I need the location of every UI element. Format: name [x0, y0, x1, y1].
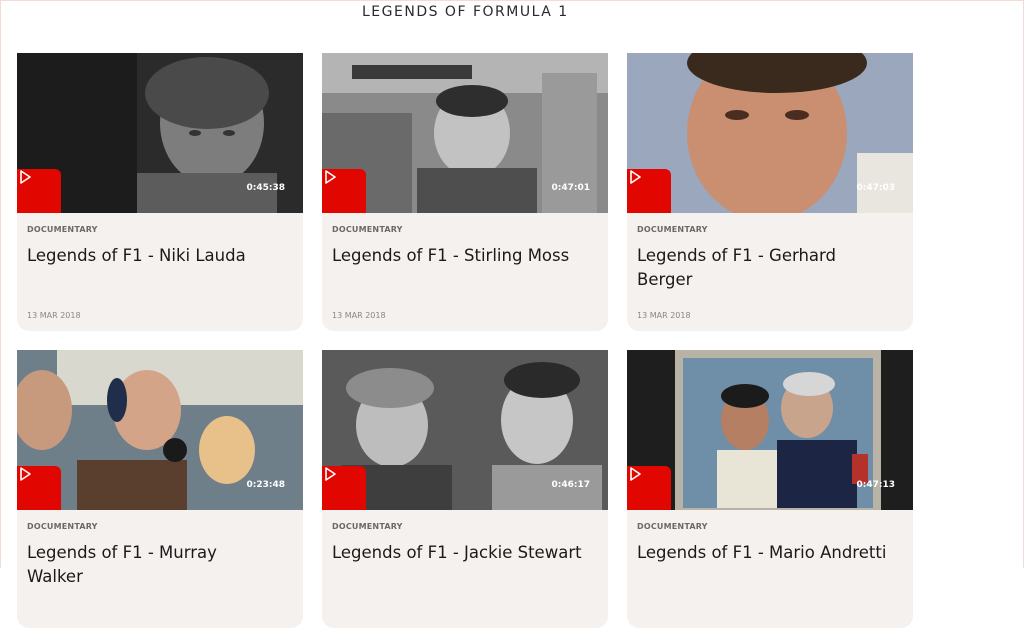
play-icon — [630, 170, 641, 184]
play-icon — [20, 467, 31, 481]
play-icon — [20, 170, 31, 184]
video-duration: 0:46:17 — [551, 480, 590, 490]
video-thumbnail[interactable]: 0:23:48 — [17, 350, 303, 510]
video-title[interactable]: Legends of F1 - Mario Andretti — [637, 541, 887, 565]
video-title[interactable]: Legends of F1 - Stirling Moss — [332, 244, 582, 268]
video-category: DOCUMENTARY — [27, 522, 98, 531]
video-title[interactable]: Legends of F1 - Jackie Stewart — [332, 541, 582, 565]
video-date: 13 MAR 2018 — [27, 311, 81, 320]
video-thumbnail[interactable]: 0:47:13 — [627, 350, 913, 510]
play-icon — [325, 170, 336, 184]
play-button[interactable] — [627, 466, 671, 510]
video-category: DOCUMENTARY — [332, 522, 403, 531]
video-card[interactable]: 0:46:17 DOCUMENTARY Legends of F1 - Jack… — [322, 350, 608, 628]
video-title[interactable]: Legends of F1 - Gerhard Berger — [637, 244, 887, 292]
play-button[interactable] — [322, 466, 366, 510]
play-icon — [630, 467, 641, 481]
play-icon — [325, 467, 336, 481]
video-category: DOCUMENTARY — [332, 225, 403, 234]
play-button[interactable] — [322, 169, 366, 213]
video-card[interactable]: 0:47:13 DOCUMENTARY Legends of F1 - Mari… — [627, 350, 913, 628]
video-duration: 0:47:01 — [551, 183, 590, 193]
video-thumbnail[interactable]: 0:45:38 — [17, 53, 303, 213]
video-thumbnail[interactable]: 0:47:01 — [322, 53, 608, 213]
play-button[interactable] — [17, 169, 61, 213]
video-card[interactable]: 0:47:03 DOCUMENTARY Legends of F1 - Gerh… — [627, 53, 913, 331]
video-title[interactable]: Legends of F1 - Murray Walker — [27, 541, 277, 589]
section-title: LEGENDS OF FORMULA 1 — [362, 4, 569, 20]
video-thumbnail[interactable]: 0:46:17 — [322, 350, 608, 510]
video-date: 13 MAR 2018 — [637, 311, 691, 320]
play-button[interactable] — [627, 169, 671, 213]
play-button[interactable] — [17, 466, 61, 510]
video-date: 13 MAR 2018 — [332, 311, 386, 320]
video-category: DOCUMENTARY — [637, 522, 708, 531]
video-card[interactable]: 0:47:01 DOCUMENTARY Legends of F1 - Stir… — [322, 53, 608, 331]
video-duration: 0:23:48 — [246, 480, 285, 490]
video-card[interactable]: 0:23:48 DOCUMENTARY Legends of F1 - Murr… — [17, 350, 303, 628]
video-category: DOCUMENTARY — [637, 225, 708, 234]
video-title[interactable]: Legends of F1 - Niki Lauda — [27, 244, 277, 268]
video-thumbnail[interactable]: 0:47:03 — [627, 53, 913, 213]
video-duration: 0:45:38 — [246, 183, 285, 193]
video-card[interactable]: 0:45:38 DOCUMENTARY Legends of F1 - Niki… — [17, 53, 303, 331]
video-category: DOCUMENTARY — [27, 225, 98, 234]
video-duration: 0:47:13 — [856, 480, 895, 490]
video-duration: 0:47:03 — [856, 183, 895, 193]
